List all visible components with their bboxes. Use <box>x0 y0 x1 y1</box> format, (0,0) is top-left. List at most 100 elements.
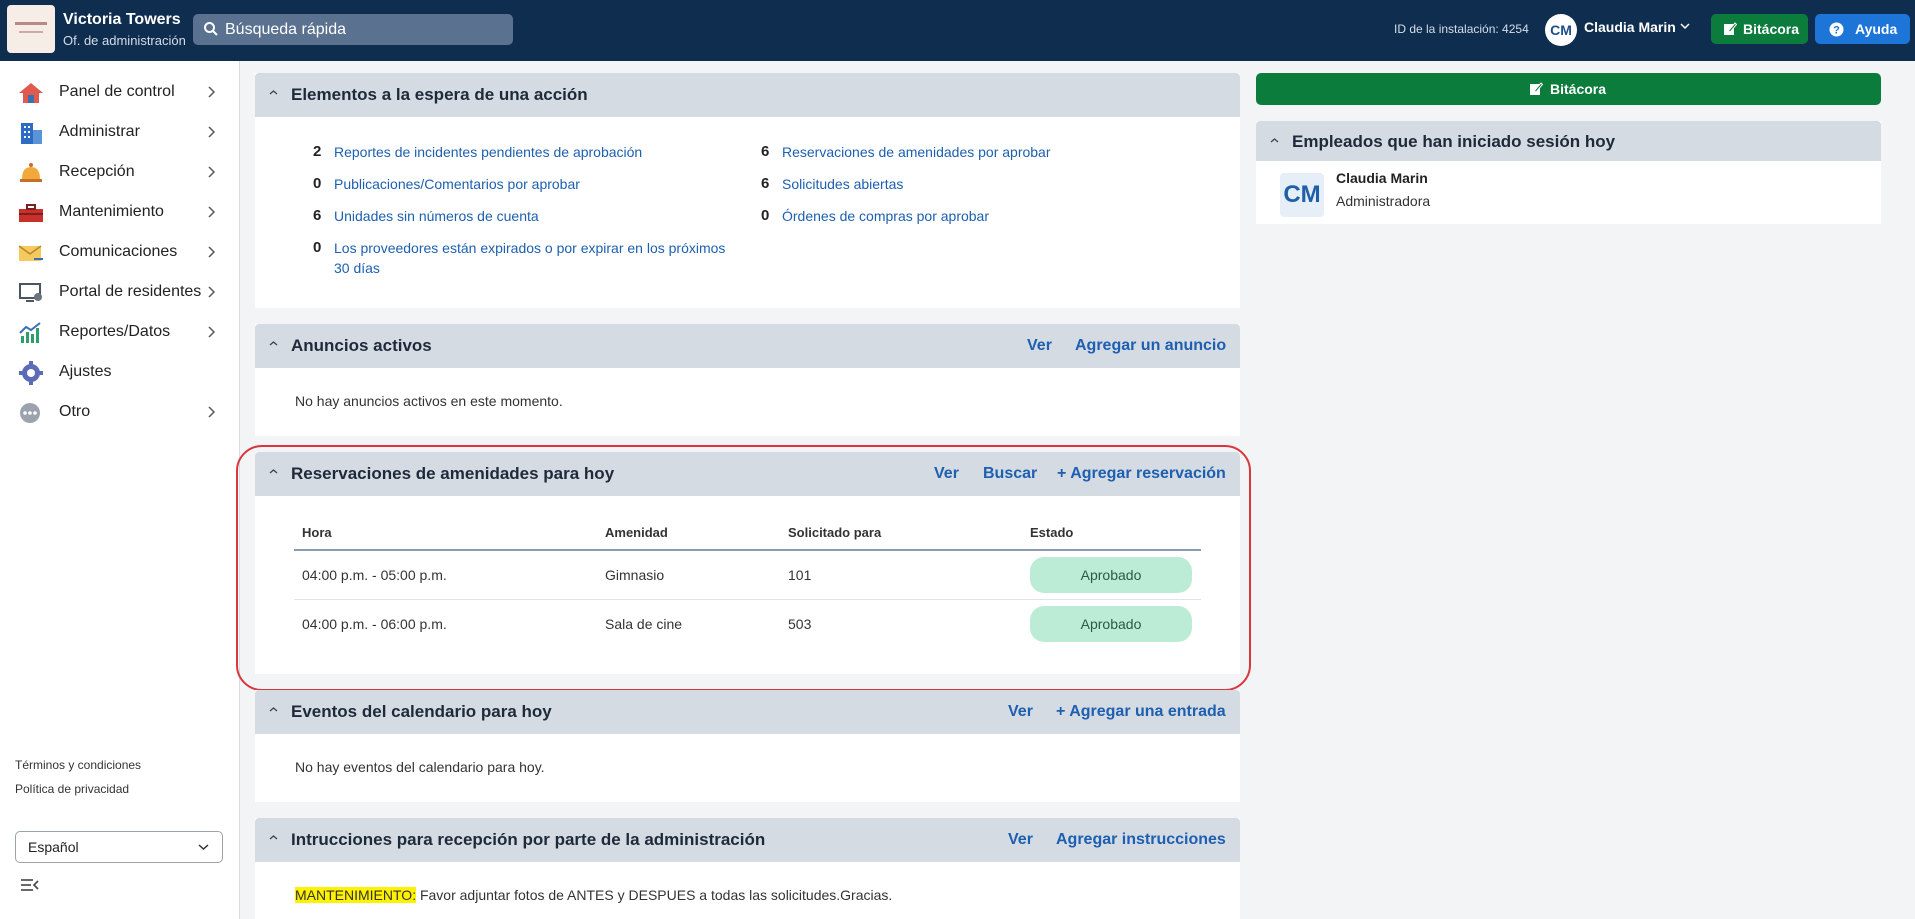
employee-avatar: CM <box>1280 173 1324 217</box>
announcements-panel: Anuncios activos Ver Agregar un anuncio … <box>255 324 1240 436</box>
more-icon <box>20 403 40 423</box>
app-subtitle: Of. de administración <box>63 33 186 48</box>
chevron-down-icon[interactable] <box>1680 22 1690 30</box>
pending-count: 0 <box>313 175 322 192</box>
sidebar-item-panel-de-control[interactable]: Panel de control <box>0 73 239 113</box>
chevron-up-icon[interactable] <box>269 468 278 475</box>
bitacora-label: Bitácora <box>1743 21 1800 37</box>
panel-title: Reservaciones de amenidades para hoy <box>291 464 615 483</box>
gear-icon <box>19 361 43 385</box>
help-label: Ayuda <box>1855 21 1898 37</box>
quick-search[interactable]: Búsqueda rápida <box>193 14 513 45</box>
app-title[interactable]: Victoria Towers <box>63 11 181 29</box>
instructions-panel: Intrucciones para recepción por parte de… <box>255 818 1240 919</box>
chevron-up-icon[interactable] <box>1270 137 1279 144</box>
column-header[interactable]: Hora <box>294 516 597 551</box>
chevron-up-icon[interactable] <box>269 89 278 96</box>
sidebar-item-reportes-datos[interactable]: Reportes/Datos <box>0 313 239 353</box>
panel-header[interactable]: Empleados que han iniciado sesión hoy <box>1256 121 1881 161</box>
help-button[interactable]: ? Ayuda <box>1815 14 1910 44</box>
bitacora-button[interactable]: Bitácora <box>1711 14 1808 44</box>
chevron-right-icon <box>208 126 215 138</box>
employee-role: Administradora <box>1336 193 1431 209</box>
house-icon <box>19 83 43 103</box>
time-cell: 04:00 p.m. - 05:00 p.m. <box>294 550 597 600</box>
column-header[interactable]: Estado <box>1022 516 1201 551</box>
add-announcement-link[interactable]: Agregar un anuncio <box>1075 337 1226 355</box>
view-link[interactable]: Ver <box>1027 337 1052 355</box>
amenity-cell: Sala de cine <box>605 615 683 632</box>
search-reservations-link[interactable]: Buscar <box>983 465 1037 483</box>
help-icon: ? <box>1829 22 1844 37</box>
pending-link[interactable]: Los proveedores están expirados o por ex… <box>334 238 725 258</box>
pending-link[interactable]: Órdenes de compras por aprobar <box>782 206 989 226</box>
table-row[interactable]: 04:00 p.m. - 06:00 p.m. Sala de cine 503… <box>294 599 1201 648</box>
pending-count: 2 <box>313 143 322 160</box>
sidebar-item-label: Portal de residentes <box>59 283 202 300</box>
pending-link-continued[interactable]: 30 días <box>334 258 380 278</box>
toolbox-icon <box>19 204 43 222</box>
sidebar-item-portal-de-residentes[interactable]: Portal de residentes <box>0 273 239 313</box>
panel-header[interactable]: Elementos a la espera de una acción <box>255 73 1240 117</box>
reservations-table: Hora Amenidad Solicitado para Estado 04:… <box>294 516 1201 648</box>
pending-link[interactable]: Reportes de incidentes pendientes de apr… <box>334 142 642 162</box>
panel-header[interactable]: Intrucciones para recepción por parte de… <box>255 818 1240 862</box>
sidebar-item-label: Comunicaciones <box>59 243 178 260</box>
add-entry-link[interactable]: + Agregar una entrada <box>1056 703 1226 721</box>
pending-link[interactable]: Publicaciones/Comentarios por aprobar <box>334 174 580 194</box>
reservations-panel: Reservaciones de amenidades para hoy Ver… <box>255 452 1240 674</box>
column-header[interactable]: Amenidad <box>597 516 780 551</box>
building-icon <box>21 123 42 144</box>
top-bar: Victoria Towers Of. de administración Bú… <box>0 0 1915 61</box>
privacy-link[interactable]: Política de privacidad <box>15 782 129 796</box>
pending-link[interactable]: Unidades sin números de cuenta <box>334 206 539 226</box>
view-link[interactable]: Ver <box>934 465 959 483</box>
table-header-row: Hora Amenidad Solicitado para Estado <box>294 516 1201 551</box>
sidebar-item-mantenimiento[interactable]: Mantenimiento <box>0 193 239 233</box>
time-cell: 04:00 p.m. - 06:00 p.m. <box>302 615 447 632</box>
app-logo[interactable] <box>7 5 55 53</box>
sidebar-item-recepcion[interactable]: Recepción <box>0 153 239 193</box>
sidebar-item-label: Reportes/Datos <box>59 323 171 340</box>
instruction-text: MANTENIMIENTO: Favor adjuntar fotos de A… <box>295 887 892 903</box>
panel-header[interactable]: Reservaciones de amenidades para hoy Ver… <box>255 452 1240 496</box>
status-badge: Aprobado <box>1030 605 1192 642</box>
pending-link[interactable]: Solicitudes abiertas <box>782 174 903 194</box>
chevron-up-icon[interactable] <box>269 834 278 841</box>
chevron-right-icon <box>208 246 215 258</box>
add-instructions-link[interactable]: Agregar instrucciones <box>1056 831 1226 849</box>
chevron-up-icon[interactable] <box>269 340 278 347</box>
view-link[interactable]: Ver <box>1008 703 1033 721</box>
chevron-right-icon <box>208 286 215 298</box>
view-link[interactable]: Ver <box>1008 831 1033 849</box>
collapse-sidebar-icon[interactable] <box>20 877 40 893</box>
employee-name: Claudia Marin <box>1336 170 1428 186</box>
user-avatar[interactable]: CM <box>1545 14 1577 46</box>
sidebar-item-otro[interactable]: Otro <box>0 393 239 433</box>
bitacora-side-button[interactable]: Bitácora <box>1256 73 1881 105</box>
add-reservation-link[interactable]: + Agregar reservación <box>1057 465 1226 483</box>
bitacora-label: Bitácora <box>1550 81 1607 97</box>
user-menu-name[interactable]: Claudia Marin <box>1584 19 1676 35</box>
language-select[interactable]: Español <box>15 831 223 863</box>
panel-header[interactable]: Anuncios activos Ver Agregar un anuncio <box>255 324 1240 368</box>
pending-count: 6 <box>761 143 770 160</box>
monitor-icon <box>19 283 42 302</box>
sidebar-item-ajustes[interactable]: Ajustes <box>0 353 239 393</box>
search-input[interactable]: Búsqueda rápida <box>225 21 346 39</box>
pending-link[interactable]: Reservaciones de amenidades por aprobar <box>782 142 1051 162</box>
pending-count: 6 <box>761 175 770 192</box>
language-value: Español <box>28 839 79 855</box>
panel-header[interactable]: Eventos del calendario para hoy Ver + Ag… <box>255 690 1240 734</box>
svg-text:?: ? <box>1833 25 1840 37</box>
table-row[interactable]: 04:00 p.m. - 05:00 p.m. Gimnasio 101 Apr… <box>294 550 1201 600</box>
terms-link[interactable]: Términos y condiciones <box>15 758 141 772</box>
sidebar-item-comunicaciones[interactable]: Comunicaciones <box>0 233 239 273</box>
chevron-up-icon[interactable] <box>269 706 278 713</box>
sidebar-item-administrar[interactable]: Administrar <box>0 113 239 153</box>
panel-title: Intrucciones para recepción por parte de… <box>291 830 766 849</box>
employees-panel: Empleados que han iniciado sesión hoy CM… <box>1256 121 1881 224</box>
panel-title: Anuncios activos <box>291 336 432 355</box>
column-header[interactable]: Solicitado para <box>780 516 1022 551</box>
sidebar-item-label: Otro <box>59 403 91 420</box>
